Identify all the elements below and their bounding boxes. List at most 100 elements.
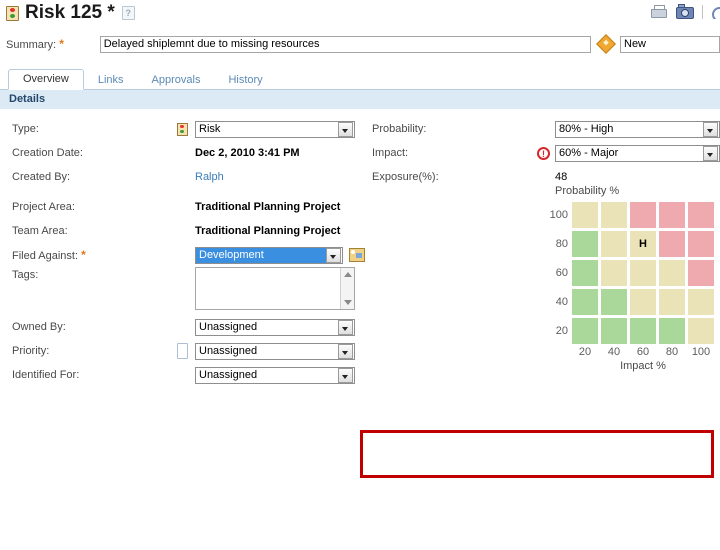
field-owned-by: Owned By: Unassigned (0, 315, 365, 339)
toolbar-divider (702, 4, 703, 19)
chevron-down-icon[interactable] (703, 145, 718, 161)
chevron-down-icon[interactable] (338, 319, 353, 335)
field-creation-date: Creation Date: Dec 2, 2010 3:41 PM (0, 141, 365, 165)
matrix-cell (659, 318, 685, 344)
right-column: Probability: 80% - High Impact: ! 60% - … (366, 110, 720, 372)
chevron-down-icon[interactable] (338, 367, 353, 383)
priority-value: Unassigned (199, 345, 258, 357)
page-header: Risk 125 * ? (0, 0, 720, 28)
matrix-y-tick: 40 (555, 296, 568, 308)
filed-against-select[interactable]: Development (195, 246, 343, 264)
matrix-cell (688, 289, 714, 315)
matrix-cell (601, 289, 627, 315)
identified-for-value: Unassigned (199, 369, 258, 381)
scroll-down-icon[interactable] (344, 300, 352, 305)
tags-label: Tags: (12, 269, 39, 281)
more-actions-icon[interactable] (712, 4, 720, 19)
matrix-cell (601, 202, 627, 228)
matrix-cell (630, 202, 656, 228)
filed-against-required-mark: * (81, 248, 86, 262)
identified-for-select[interactable]: Unassigned (195, 366, 355, 384)
left-column: Type: Risk Creation Date: Dec 2, 2010 3:… (0, 110, 365, 387)
chevron-down-icon[interactable] (326, 247, 341, 263)
field-created-by: Created By: Ralph (0, 165, 365, 189)
risk-type-icon (177, 122, 188, 136)
summary-label: Summary: * (6, 37, 100, 51)
project-area-label: Project Area: (12, 201, 75, 213)
type-value: Risk (199, 123, 221, 135)
matrix-x-tick: 40 (607, 346, 621, 358)
tab-links[interactable]: Links (84, 71, 138, 90)
matrix-x-tick: 20 (578, 346, 592, 358)
impact-value: 60% - Major (559, 147, 619, 159)
matrix-y-ticks: 100 80 60 40 20 (546, 202, 572, 344)
matrix-x-tick: 80 (665, 346, 679, 358)
matrix-grid: 100 80 60 40 20 H (546, 202, 714, 344)
priority-select[interactable]: Unassigned (195, 342, 355, 360)
header-toolbar (650, 4, 720, 19)
field-type: Type: Risk (0, 117, 365, 141)
matrix-cell (659, 202, 685, 228)
matrix-cell (601, 318, 627, 344)
tab-bar: Overview Links Approvals History (0, 68, 720, 90)
matrix-cell (688, 318, 714, 344)
risk-matrix-chart: Probability % 100 80 60 40 20 H 20 40 60… (546, 185, 714, 372)
owned-by-select[interactable]: Unassigned (195, 318, 355, 336)
print-icon[interactable] (650, 4, 667, 19)
field-team-area: Team Area: Traditional Planning Project (0, 219, 365, 243)
owned-by-label: Owned By: (12, 321, 66, 333)
matrix-cells: H (572, 202, 714, 344)
project-area-value: Traditional Planning Project (195, 201, 341, 213)
tab-approvals[interactable]: Approvals (138, 71, 215, 90)
help-icon[interactable]: ? (121, 6, 135, 20)
matrix-cell (688, 202, 714, 228)
priority-icon (177, 343, 188, 359)
created-by-value[interactable]: Ralph (195, 171, 224, 183)
matrix-x-tick: 100 (691, 346, 711, 358)
chevron-down-icon[interactable] (703, 121, 718, 137)
matrix-cell (572, 202, 598, 228)
summary-row: Summary: * (0, 28, 720, 56)
field-impact: Impact: ! 60% - Major (366, 141, 720, 165)
created-by-label: Created By: (12, 171, 71, 183)
title-row: Risk 125 * ? (0, 0, 720, 24)
matrix-y-tick: 100 (549, 209, 568, 221)
warning-icon: ! (537, 146, 550, 160)
camera-icon[interactable] (676, 4, 694, 19)
page-title: Risk 125 * (25, 2, 115, 23)
creation-date-value: Dec 2, 2010 3:41 PM (195, 147, 300, 159)
exposure-label: Exposure(%): (372, 171, 439, 183)
summary-label-text: Summary: (6, 39, 57, 51)
chevron-down-icon[interactable] (338, 343, 353, 359)
matrix-xlabel-title: Impact % (620, 360, 666, 372)
owned-by-value: Unassigned (199, 321, 258, 333)
probability-value: 80% - High (559, 123, 614, 135)
summary-input[interactable] (99, 35, 591, 53)
matrix-cell (601, 260, 627, 286)
type-select[interactable]: Risk (195, 120, 355, 138)
matrix-cell (688, 231, 714, 257)
state-input[interactable] (620, 35, 720, 53)
tab-history[interactable]: History (214, 71, 276, 90)
probability-select[interactable]: 80% - High (555, 120, 720, 138)
priority-label: Priority: (12, 345, 50, 357)
filed-against-label: Filed Against: * (12, 248, 177, 262)
field-probability: Probability: 80% - High (366, 117, 720, 141)
field-priority: Priority: Unassigned (0, 339, 365, 363)
tab-overview[interactable]: Overview (8, 69, 84, 90)
tags-input[interactable] (195, 267, 355, 310)
impact-select[interactable]: 60% - Major (555, 144, 720, 162)
matrix-cell (572, 289, 598, 315)
team-area-picker-icon[interactable] (349, 248, 365, 262)
tags-scrollbar[interactable] (340, 268, 354, 309)
identified-for-label: Identified For: (12, 369, 80, 381)
creation-date-label: Creation Date: (12, 147, 83, 159)
summary-required-mark: * (59, 37, 64, 51)
field-tags: Tags: (0, 267, 365, 315)
scroll-up-icon[interactable] (344, 272, 352, 277)
chevron-down-icon[interactable] (338, 121, 353, 137)
matrix-cell (572, 318, 598, 344)
type-label: Type: (12, 123, 39, 135)
matrix-cell (630, 318, 656, 344)
team-area-label: Team Area: (12, 225, 68, 237)
